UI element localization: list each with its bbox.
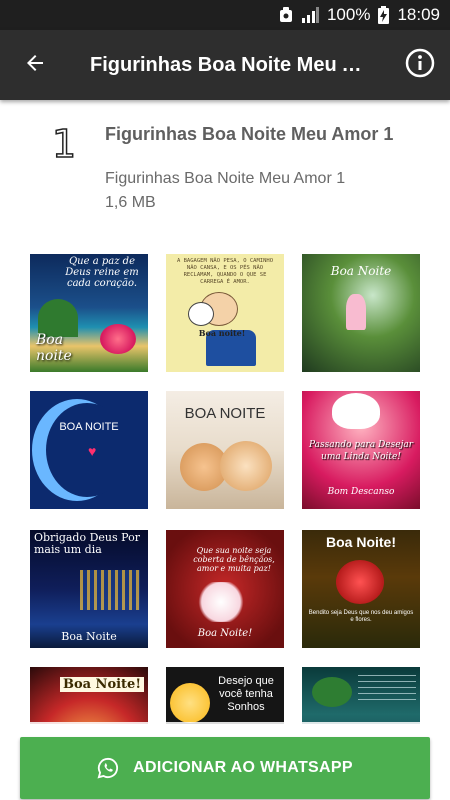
arrow-back-icon xyxy=(23,51,47,80)
sticker-caption: BOA NOITE xyxy=(184,405,266,422)
sticker-caption: Desejo que você tenha Sonhos xyxy=(218,675,274,713)
sticker-label: Boa Noite! xyxy=(197,628,253,639)
city-lights-shape xyxy=(80,570,140,610)
sticker-caption: Passando para Desejar uma Linda Noite! xyxy=(308,440,414,462)
crescent-moon-shape xyxy=(46,403,128,497)
pack-name: Figurinhas Boa Noite Meu Amor 1 xyxy=(105,170,346,187)
sticker-caption: Que sua noite seja coberta de bênçãos, a… xyxy=(193,546,275,573)
tree-shape xyxy=(312,677,352,707)
info-button[interactable] xyxy=(390,30,450,100)
sticker-6[interactable]: Passando para Desejar uma Linda Noite! B… xyxy=(302,391,420,509)
sticker-5[interactable]: BOA NOITE xyxy=(166,391,284,509)
pack-header: 1 Figurinhas Boa Noite Meu Amor 1 Figuri… xyxy=(0,100,450,230)
sticker-label: Boa Noite xyxy=(61,630,117,643)
sticker-caption: Que a paz de Deus reine em cada coração. xyxy=(65,256,139,289)
text-lines-shape xyxy=(358,675,416,705)
whatsapp-icon xyxy=(97,757,119,779)
sticker-1[interactable]: Que a paz de Deus reine em cada coração.… xyxy=(30,254,148,372)
sticker-caption: BOA NOITE xyxy=(59,421,119,433)
clock: 18:09 xyxy=(397,5,440,24)
emoji-shape xyxy=(170,683,210,723)
sticker-caption: Boa Noite! xyxy=(326,534,396,550)
pack-number: 1 xyxy=(51,121,77,167)
sticker-caption: Obrigado Deus Por mais um dia xyxy=(34,531,140,556)
info-icon xyxy=(405,48,435,83)
notification-icon xyxy=(279,7,293,23)
heart-icon: ♥ xyxy=(88,443,97,459)
sticker-12[interactable] xyxy=(302,667,420,724)
dog-face xyxy=(188,302,214,326)
sticker-caption: Boa Noite! xyxy=(60,677,144,692)
add-to-whatsapp-button[interactable]: ADICIONAR AO WHATSAPP xyxy=(20,737,430,799)
back-button[interactable] xyxy=(0,30,70,100)
sticker-label: Bom Descanso xyxy=(327,487,395,497)
signal-icon xyxy=(301,7,319,23)
sticker-8[interactable]: Que sua noite seja coberta de bênçãos, a… xyxy=(166,530,284,648)
sticker-caption: Boa Noite xyxy=(330,264,392,278)
sticker-4[interactable]: BOA NOITE ♥ xyxy=(30,391,148,509)
poem-text-shape xyxy=(308,332,414,362)
pack-size: 1,6 MB xyxy=(105,194,156,211)
sticker-9[interactable]: Boa Noite! Bendito seja Deus que nos deu… xyxy=(302,530,420,648)
action-area: ADICIONAR AO WHATSAPP xyxy=(0,722,450,800)
sticker-label: Boa noite xyxy=(36,332,72,364)
sticker-10[interactable]: Boa Noite! xyxy=(30,667,148,724)
battery-percent: 100% xyxy=(326,5,371,24)
flower-shape xyxy=(196,582,246,622)
sticker-label: Bendito seja Deus que nos deu amigos e f… xyxy=(308,610,414,623)
app-bar: Figurinhas Boa Noite Meu A... xyxy=(0,30,450,100)
status-bar: 100% 18:09 xyxy=(0,0,450,30)
sticker-label: Boa noite! xyxy=(198,328,246,338)
battery-charging-icon xyxy=(378,6,390,24)
rose-shape xyxy=(336,560,384,604)
add-to-whatsapp-label: ADICIONAR AO WHATSAPP xyxy=(133,759,353,776)
kitten-shape xyxy=(220,441,272,491)
app-bar-title: Figurinhas Boa Noite Meu A... xyxy=(90,53,373,76)
rose-shape xyxy=(100,324,136,354)
sticker-7[interactable]: Obrigado Deus Por mais um dia Boa Noite xyxy=(30,530,148,648)
sticker-grid: Que a paz de Deus reine em cada coração.… xyxy=(0,254,450,724)
pack-title: Figurinhas Boa Noite Meu Amor 1 xyxy=(105,124,394,144)
sticker-11[interactable]: Desejo que você tenha Sonhos xyxy=(166,667,284,724)
cat-shape xyxy=(332,393,380,429)
sticker-2[interactable]: A BAGAGEM NÃO PESA, O CAMINHO NÃO CANSA,… xyxy=(166,254,284,372)
sticker-caption: A BAGAGEM NÃO PESA, O CAMINHO NÃO CANSA,… xyxy=(176,258,274,285)
fairy-shape xyxy=(346,294,366,330)
sticker-3[interactable]: Boa Noite xyxy=(302,254,420,372)
